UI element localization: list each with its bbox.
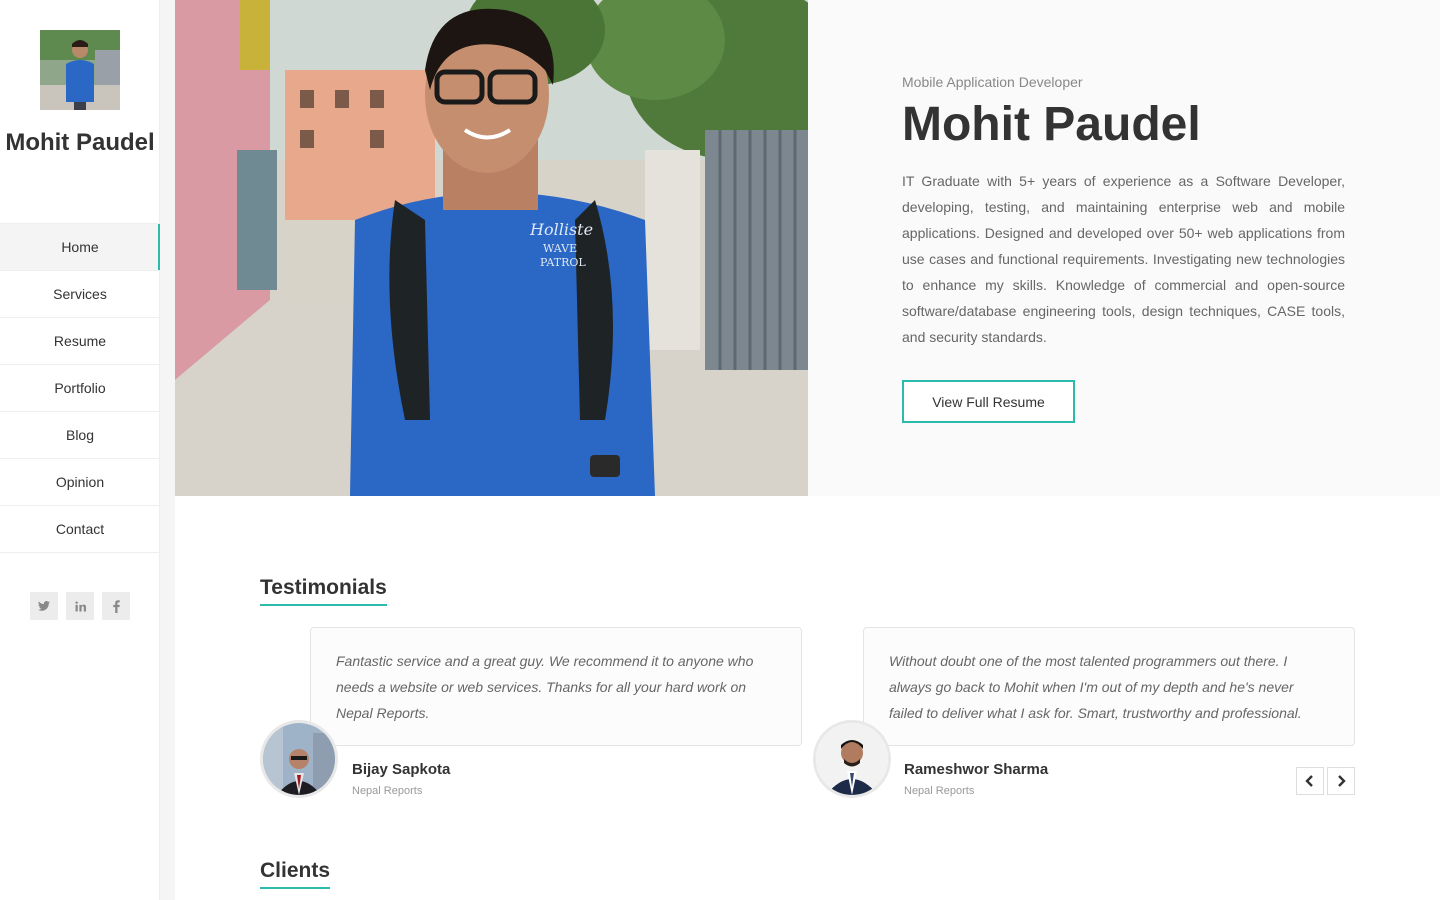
testimonial-name: Rameshwor Sharma <box>904 761 1049 778</box>
sidebar-name: Mohit Paudel <box>5 129 155 156</box>
nav-item-resume[interactable]: Resume <box>0 318 160 365</box>
sidebar: Mohit Paudel Home Services Resume Portfo… <box>0 0 160 900</box>
testimonial-quote: Without doubt one of the most talented p… <box>889 653 1302 721</box>
testimonial-org: Nepal Reports <box>352 785 423 797</box>
sidebar-gutter <box>160 0 175 900</box>
hero-role: Mobile Application Developer <box>902 74 1083 90</box>
nav-item-services[interactable]: Services <box>0 271 160 318</box>
hero-photo: Holliste WAVE PATROL <box>175 0 808 496</box>
main-nav: Home Services Resume Portfolio Blog Opin… <box>0 223 160 553</box>
testimonial-quote: Fantastic service and a great guy. We re… <box>336 653 754 721</box>
hero-text: Mobile Application Developer Mohit Paude… <box>902 74 1345 350</box>
testimonial-name: Bijay Sapkota <box>352 761 451 778</box>
svg-text:Holliste: Holliste <box>529 220 593 239</box>
testimonial-org: Nepal Reports <box>904 785 975 797</box>
testimonials-next-button[interactable] <box>1327 767 1355 795</box>
testimonial-avatar <box>813 720 891 798</box>
facebook-icon[interactable] <box>102 592 130 620</box>
nav-item-portfolio[interactable]: Portfolio <box>0 365 160 412</box>
testimonials-title: Testimonials <box>260 576 387 606</box>
testimonials-prev-button[interactable] <box>1296 767 1324 795</box>
linkedin-icon[interactable] <box>66 592 94 620</box>
nav-item-blog[interactable]: Blog <box>0 412 160 459</box>
nav-item-contact[interactable]: Contact <box>0 506 160 553</box>
social-links <box>30 592 130 620</box>
hero-description: IT Graduate with 5+ years of experience … <box>902 173 1345 345</box>
clients-title: Clients <box>260 859 331 889</box>
chevron-left-icon <box>1305 775 1313 787</box>
nav-item-home[interactable]: Home <box>0 224 160 271</box>
sidebar-avatar[interactable] <box>40 30 120 110</box>
twitter-icon[interactable] <box>30 592 58 620</box>
svg-text:PATROL: PATROL <box>540 256 586 269</box>
chevron-right-icon <box>1338 775 1346 787</box>
nav-item-opinion[interactable]: Opinion <box>0 459 160 506</box>
hero-name: Mohit Paudel <box>902 98 1201 151</box>
svg-text:WAVE: WAVE <box>543 242 577 255</box>
testimonial-card: Without doubt one of the most talented p… <box>863 627 1355 746</box>
view-full-resume-button[interactable]: View Full Resume <box>902 380 1075 423</box>
testimonial-avatar <box>260 720 338 798</box>
testimonial-card: Fantastic service and a great guy. We re… <box>310 627 802 746</box>
hero-section: Holliste WAVE PATROL Mobile Application … <box>175 0 1440 496</box>
